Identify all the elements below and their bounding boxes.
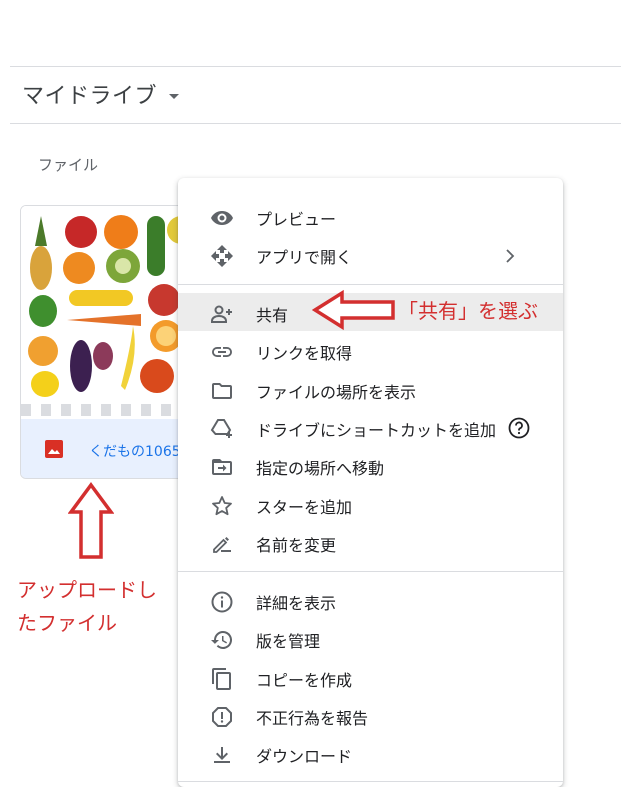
dropdown-arrow-icon[interactable] xyxy=(169,93,180,99)
page-title: マイドライブ xyxy=(22,84,158,109)
arrow-left-annotation-icon xyxy=(312,289,395,331)
menu-item-label: 指定の場所へ移動 xyxy=(256,459,385,478)
menu-item-label: リンクを取得 xyxy=(256,344,353,363)
menu-item-label: プレビュー xyxy=(256,210,337,229)
top-divider xyxy=(10,66,621,67)
menu-item-report-abuse[interactable]: 不正行為を報告 xyxy=(178,696,563,734)
rename-icon xyxy=(213,537,231,553)
menu-item-label: 不正行為を報告 xyxy=(256,709,369,728)
context-menu: プレビュー アプリで開く 共有 リンクを取得 ファイルの場所を表示 ドライブにシ… xyxy=(178,178,563,787)
menu-item-label: アプリで開く xyxy=(256,248,353,267)
menu-item-details[interactable]: 詳細を表示 xyxy=(178,581,563,619)
menu-item-label: コピーを作成 xyxy=(256,671,353,690)
files-section-label: ファイル xyxy=(38,156,99,174)
menu-item-label: 詳細を表示 xyxy=(256,594,337,613)
menu-item-open-with[interactable]: アプリで開く xyxy=(178,235,563,273)
menu-item-show-location[interactable]: ファイルの場所を表示 xyxy=(178,370,563,408)
person-add-icon xyxy=(211,305,232,323)
menu-item-get-link[interactable]: リンクを取得 xyxy=(178,331,563,369)
help-icon[interactable] xyxy=(508,417,530,439)
menu-item-add-star[interactable]: スターを追加 xyxy=(178,485,563,523)
menu-item-label: ドライブにショートカットを追加 xyxy=(256,421,497,440)
menu-item-label: スターを追加 xyxy=(256,498,353,517)
chevron-right-icon xyxy=(506,249,515,263)
menu-item-add-shortcut[interactable]: ドライブにショートカットを追加 xyxy=(178,408,563,446)
menu-item-rename[interactable]: 名前を変更 xyxy=(178,523,563,561)
star-icon xyxy=(212,496,232,516)
report-icon xyxy=(212,707,232,727)
menu-item-label: 版を管理 xyxy=(256,632,321,651)
image-file-icon xyxy=(45,440,63,458)
folder-icon xyxy=(212,383,232,399)
file-name[interactable]: くだもの1065 xyxy=(89,441,181,461)
menu-item-label: 共有 xyxy=(256,306,289,325)
my-drive-header[interactable]: マイドライブ xyxy=(22,78,180,110)
menu-item-download[interactable]: ダウンロード xyxy=(178,734,563,772)
link-icon xyxy=(212,347,232,357)
menu-divider xyxy=(178,571,563,572)
menu-item-make-copy[interactable]: コピーを作成 xyxy=(178,658,563,696)
move-to-folder-icon xyxy=(212,459,232,475)
header-divider xyxy=(10,123,621,124)
uploaded-file-annotation: アップロードしたファイル xyxy=(17,578,157,635)
menu-divider xyxy=(178,284,563,285)
eye-icon xyxy=(211,211,233,225)
menu-item-preview[interactable]: プレビュー xyxy=(178,197,563,235)
info-icon xyxy=(211,591,233,613)
menu-item-label: ファイルの場所を表示 xyxy=(256,383,417,402)
menu-item-label: 名前を変更 xyxy=(256,536,337,555)
history-icon xyxy=(211,630,233,649)
menu-item-move-to[interactable]: 指定の場所へ移動 xyxy=(178,446,563,484)
menu-divider xyxy=(178,781,563,782)
menu-item-manage-versions[interactable]: 版を管理 xyxy=(178,619,563,657)
arrow-up-annotation-icon xyxy=(68,482,114,559)
drive-shortcut-icon xyxy=(210,419,232,438)
open-with-icon xyxy=(211,245,233,267)
download-icon xyxy=(214,747,230,763)
share-hint-annotation: 「共有」を選ぶ xyxy=(398,299,538,323)
copy-icon xyxy=(212,668,231,690)
menu-item-label: ダウンロード xyxy=(256,747,353,766)
